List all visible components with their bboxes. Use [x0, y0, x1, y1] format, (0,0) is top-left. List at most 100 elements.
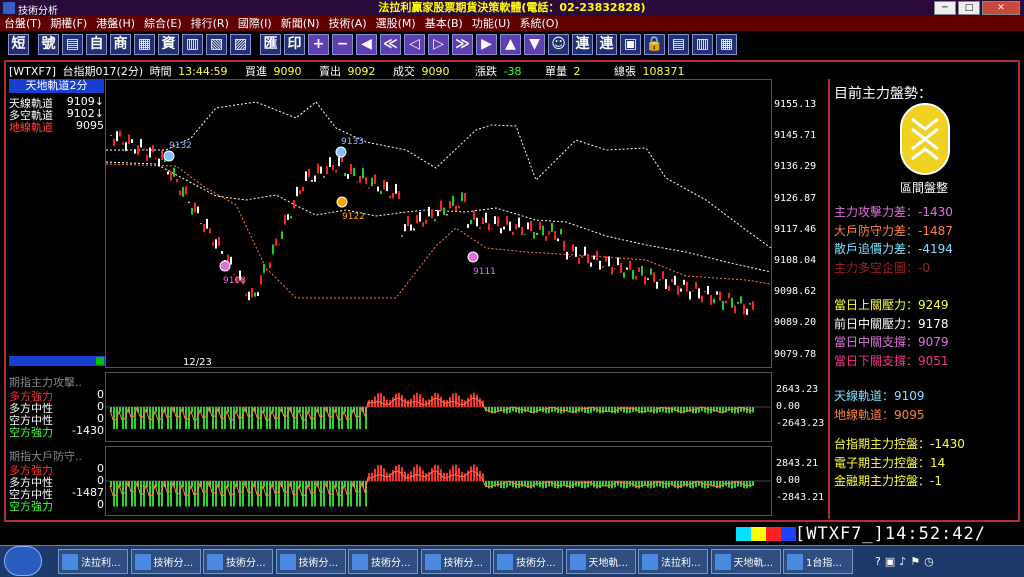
menu-item[interactable]: 期權(F) — [50, 16, 87, 31]
taskbar-item[interactable]: 1台指... — [783, 549, 853, 574]
histogram-bar — [641, 407, 643, 414]
toolbar-button[interactable]: ▷ — [428, 34, 449, 55]
legend-head[interactable]: 天地軌道2分 — [9, 79, 104, 93]
menu-item[interactable]: 港盤(H) — [96, 16, 135, 31]
help-icon[interactable]: ? — [875, 555, 881, 568]
histogram-bar — [194, 407, 196, 430]
toolbar-button[interactable]: + — [308, 34, 329, 55]
histogram-bar — [632, 407, 634, 412]
candle — [698, 288, 700, 299]
menu-item[interactable]: 系統(O) — [519, 16, 558, 31]
candle — [365, 177, 367, 184]
toolbar-button[interactable]: ▨ — [230, 34, 251, 55]
candle — [290, 216, 292, 219]
histogram-bar — [545, 407, 547, 414]
menu-item[interactable]: 基本(B) — [425, 16, 463, 31]
candle — [347, 174, 349, 179]
taskbar-item[interactable]: 天地軌... — [710, 549, 781, 574]
toolbar-button[interactable]: 印 — [284, 34, 305, 55]
close-icon[interactable]: ✕ — [982, 1, 1020, 15]
sub2-chart[interactable] — [105, 446, 772, 516]
menu-item[interactable]: 技術(A) — [329, 16, 367, 31]
last-value: 9090 — [421, 65, 450, 78]
flag-icon[interactable]: ⚑ — [910, 555, 920, 568]
menu-item[interactable]: 台盤(T) — [4, 16, 41, 31]
candle — [452, 195, 454, 206]
scroll-thumb[interactable] — [96, 357, 104, 365]
network-icon[interactable]: ▣ — [885, 555, 895, 568]
taskbar-item[interactable]: 法拉利... — [58, 549, 128, 574]
toolbar-button[interactable]: ▦ — [716, 34, 737, 55]
toolbar-button[interactable]: 商 — [110, 34, 131, 55]
toolbar-button[interactable]: ◀ — [356, 34, 377, 55]
candle — [521, 227, 523, 236]
taskbar-item[interactable]: 技術分... — [203, 549, 273, 574]
menu-item[interactable]: 排行(R) — [191, 16, 229, 31]
toolbar-button[interactable]: ▥ — [692, 34, 713, 55]
histogram-bar — [497, 481, 499, 487]
taskbar-item[interactable]: 法拉利... — [638, 549, 708, 574]
toolbar-button[interactable]: ▼ — [524, 34, 545, 55]
clock-icon[interactable]: ◷ — [924, 555, 934, 568]
price-chart[interactable]: 9132 9133 9122 9108 9111 — [105, 79, 772, 368]
toolbar-button[interactable]: ▧ — [206, 34, 227, 55]
toolbar-button[interactable]: ▶ — [476, 34, 497, 55]
toolbar-button[interactable]: 連 — [572, 34, 593, 55]
candle — [218, 236, 220, 246]
toolbar-button[interactable]: ▤ — [668, 34, 689, 55]
toolbar-button[interactable]: ▥ — [182, 34, 203, 55]
toolbar-button[interactable]: 連 — [596, 34, 617, 55]
sub1-chart[interactable] — [105, 372, 772, 442]
maximize-icon[interactable]: □ — [958, 1, 980, 15]
taskbar-item[interactable]: 技術分... — [275, 549, 346, 574]
menu-item[interactable]: 國際(I) — [238, 16, 272, 31]
toolbar-button[interactable]: ≫ — [452, 34, 473, 55]
menu-item[interactable]: 功能(U) — [472, 16, 511, 31]
toolbar-button[interactable]: ◁ — [404, 34, 425, 55]
app-icon — [207, 553, 223, 570]
histogram-bar — [212, 407, 214, 430]
histogram-bar — [434, 464, 436, 481]
toolbar-button[interactable]: 匯 — [260, 34, 281, 55]
taskbar-item[interactable]: 技術分... — [130, 549, 201, 574]
histogram-bar — [680, 481, 682, 489]
start-button[interactable] — [4, 546, 42, 576]
marker-label: 9108 — [223, 276, 246, 286]
toolbar-button[interactable]: 資 — [158, 34, 179, 55]
toolbar-button[interactable]: 🔒 — [644, 34, 665, 55]
axis-tick-label: 9126.87 — [774, 192, 817, 204]
toolbar-button[interactable]: 號 — [38, 34, 59, 55]
sub-legend-name: 空方中性 — [9, 414, 53, 427]
candle — [491, 228, 493, 230]
histogram-bar — [284, 407, 286, 430]
candle — [131, 139, 133, 143]
sub-legend-row: 多方中性 0 — [9, 400, 104, 415]
toolbar-button[interactable]: ▤ — [62, 34, 83, 55]
toolbar-button[interactable]: − — [332, 34, 353, 55]
toolbar-button[interactable]: ≪ — [380, 34, 401, 55]
histogram-bar — [518, 407, 520, 414]
taskbar-item[interactable]: 技術分... — [493, 549, 563, 574]
toolbar-button[interactable]: ▲ — [500, 34, 521, 55]
toolbar-button[interactable]: ▦ — [134, 34, 155, 55]
candle — [590, 262, 592, 267]
taskbar-item[interactable]: 天地軌... — [565, 549, 636, 574]
toolbar-button[interactable]: 自 — [86, 34, 107, 55]
toolbar-button[interactable]: ▣ — [620, 34, 641, 55]
candle — [734, 305, 736, 314]
toolbar-button[interactable]: ☺ — [548, 34, 569, 55]
toolbar-button[interactable]: 短 — [8, 34, 29, 55]
volume-icon[interactable]: ♪ — [899, 555, 906, 568]
menu-item[interactable]: 新聞(N) — [281, 16, 320, 31]
time-scrollbar[interactable] — [9, 356, 105, 366]
candle — [335, 169, 337, 173]
menu-item[interactable]: 綜合(E) — [144, 16, 182, 31]
axis-tick-label: 9079.78 — [774, 348, 817, 360]
metric-value: 9109 — [894, 389, 925, 403]
minimize-icon[interactable]: ─ — [934, 1, 956, 15]
candle — [647, 278, 649, 280]
histogram-bar — [398, 464, 400, 481]
taskbar-item[interactable]: 技術分... — [348, 549, 418, 574]
taskbar-item[interactable]: 技術分... — [420, 549, 491, 574]
menu-item[interactable]: 選股(M) — [376, 16, 416, 31]
